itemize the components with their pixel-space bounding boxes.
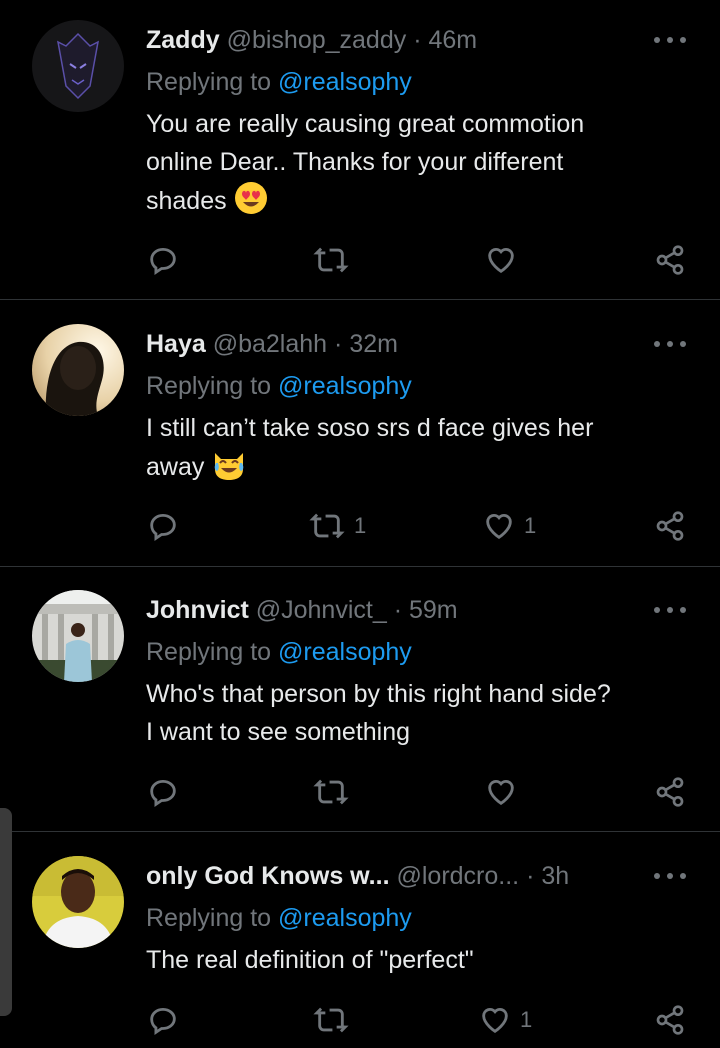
mention-link[interactable]: @realsophy bbox=[278, 638, 412, 666]
tweet-header: only God Knows w... @lordcro... · 3h bbox=[146, 860, 650, 892]
retweet-icon bbox=[309, 513, 345, 539]
like-button[interactable] bbox=[484, 240, 526, 280]
tweet-text-line: I still can’t take soso srs d face gives… bbox=[146, 414, 594, 442]
share-icon bbox=[656, 511, 684, 541]
separator-dot: · bbox=[413, 26, 422, 54]
display-name[interactable]: Haya bbox=[146, 330, 206, 358]
share-button[interactable] bbox=[654, 506, 686, 546]
share-icon bbox=[656, 245, 684, 275]
replying-to: Replying to @realsophy bbox=[146, 370, 412, 402]
action-bar bbox=[0, 240, 720, 280]
like-count: 1 bbox=[520, 1007, 533, 1032]
replying-to-label: Replying to bbox=[146, 372, 279, 400]
timestamp[interactable]: 46m bbox=[428, 26, 477, 54]
display-name[interactable]: Zaddy bbox=[146, 26, 220, 54]
retweet-button[interactable] bbox=[312, 772, 358, 812]
reply-button[interactable] bbox=[146, 506, 180, 546]
replying-to-label: Replying to bbox=[146, 68, 279, 96]
user-handle[interactable]: @lordcro... bbox=[396, 862, 519, 890]
like-button[interactable]: 1 bbox=[478, 1000, 532, 1040]
reply-icon bbox=[150, 247, 176, 275]
mention-link[interactable]: @realsophy bbox=[278, 372, 412, 400]
more-options-icon[interactable] bbox=[654, 30, 686, 50]
tweet-text: The real definition of "perfect" bbox=[146, 941, 686, 979]
replying-to: Replying to @realsophy bbox=[146, 902, 412, 934]
tweet-text-line: I want to see something bbox=[146, 718, 411, 746]
separator-dot: · bbox=[334, 330, 343, 358]
separator-dot: · bbox=[393, 596, 403, 624]
more-options-icon[interactable] bbox=[654, 334, 686, 354]
action-bar bbox=[0, 772, 720, 812]
user-handle[interactable]: @ba2lahh bbox=[213, 330, 327, 358]
timestamp[interactable]: 32m bbox=[349, 330, 398, 358]
reply-icon bbox=[150, 513, 176, 541]
retweet-icon bbox=[313, 1007, 349, 1033]
heart-icon bbox=[488, 248, 514, 274]
more-options-icon[interactable] bbox=[654, 600, 686, 620]
retweet-button[interactable] bbox=[312, 1000, 358, 1040]
heart-eyes-emoji-icon bbox=[234, 181, 268, 226]
retweet-button[interactable]: 1 bbox=[308, 506, 366, 546]
reply-feed: Zaddy @bishop_zaddy · 46m Replying to @r… bbox=[0, 0, 720, 1048]
share-button[interactable] bbox=[654, 1000, 686, 1040]
separator-dot: · bbox=[526, 862, 535, 890]
user-handle[interactable]: @Johnvict_ bbox=[256, 596, 387, 624]
share-button[interactable] bbox=[654, 772, 686, 812]
replying-to: Replying to @realsophy bbox=[146, 636, 412, 668]
heart-icon bbox=[486, 514, 512, 540]
mention-link[interactable]: @realsophy bbox=[278, 68, 412, 96]
tweet-text-line: away bbox=[146, 453, 205, 481]
avatar[interactable] bbox=[32, 20, 124, 112]
retweet-icon bbox=[313, 779, 349, 805]
tweet-text: Who's that person by this right hand sid… bbox=[146, 675, 686, 751]
like-count: 1 bbox=[524, 513, 537, 538]
avatar[interactable] bbox=[32, 590, 124, 682]
tears-of-joy-cat-emoji-icon bbox=[211, 447, 247, 492]
mention-link[interactable]: @realsophy bbox=[278, 904, 412, 932]
avatar[interactable] bbox=[32, 324, 124, 416]
action-bar: 1 bbox=[0, 1000, 720, 1040]
retweet-count: 1 bbox=[354, 513, 367, 538]
tweet-text-line: online Dear.. Thanks for your different bbox=[146, 148, 564, 176]
like-button[interactable] bbox=[484, 772, 526, 812]
retweet-icon bbox=[313, 247, 349, 273]
user-handle[interactable]: @bishop_zaddy bbox=[227, 26, 407, 54]
tweet-divider bbox=[0, 566, 720, 567]
heart-icon bbox=[482, 1008, 508, 1034]
tweet-text-line: You are really causing great commotion bbox=[146, 110, 585, 138]
share-button[interactable] bbox=[654, 240, 686, 280]
tweet-header: Haya @ba2lahh · 32m bbox=[146, 328, 650, 360]
like-button[interactable]: 1 bbox=[482, 506, 536, 546]
reply-button[interactable] bbox=[146, 772, 180, 812]
replying-to: Replying to @realsophy bbox=[146, 66, 412, 98]
action-bar: 1 1 bbox=[0, 506, 720, 546]
edge-panel-handle[interactable] bbox=[0, 808, 12, 1016]
tweet-text-line: Who's that person by this right hand sid… bbox=[146, 680, 611, 708]
heart-icon bbox=[488, 780, 514, 806]
tweet-divider bbox=[0, 831, 720, 832]
replying-to-label: Replying to bbox=[146, 904, 279, 932]
reply-button[interactable] bbox=[146, 240, 180, 280]
display-name[interactable]: only God Knows w... bbox=[146, 862, 390, 890]
avatar[interactable] bbox=[32, 856, 124, 948]
reply-icon bbox=[150, 779, 176, 807]
tweet-text-line: The real definition of "perfect" bbox=[146, 946, 474, 974]
timestamp[interactable]: 59m bbox=[409, 596, 458, 624]
replying-to-label: Replying to bbox=[146, 638, 279, 666]
more-options-icon[interactable] bbox=[654, 866, 686, 886]
tweet-text: I still can’t take soso srs d face gives… bbox=[146, 409, 686, 492]
share-icon bbox=[656, 1005, 684, 1035]
reply-button[interactable] bbox=[146, 1000, 180, 1040]
display-name[interactable]: Johnvict bbox=[146, 596, 249, 624]
tweet-header: Zaddy @bishop_zaddy · 46m bbox=[146, 24, 650, 56]
tweet-text-line: shades bbox=[146, 187, 227, 215]
reply-icon bbox=[150, 1007, 176, 1035]
tweet-header: Johnvict @Johnvict_ · 59m bbox=[146, 594, 650, 626]
retweet-button[interactable] bbox=[312, 240, 358, 280]
timestamp[interactable]: 3h bbox=[541, 862, 569, 890]
tweet-text: You are really causing great commotion o… bbox=[146, 105, 686, 226]
tweet-divider bbox=[0, 299, 720, 300]
share-icon bbox=[656, 777, 684, 807]
